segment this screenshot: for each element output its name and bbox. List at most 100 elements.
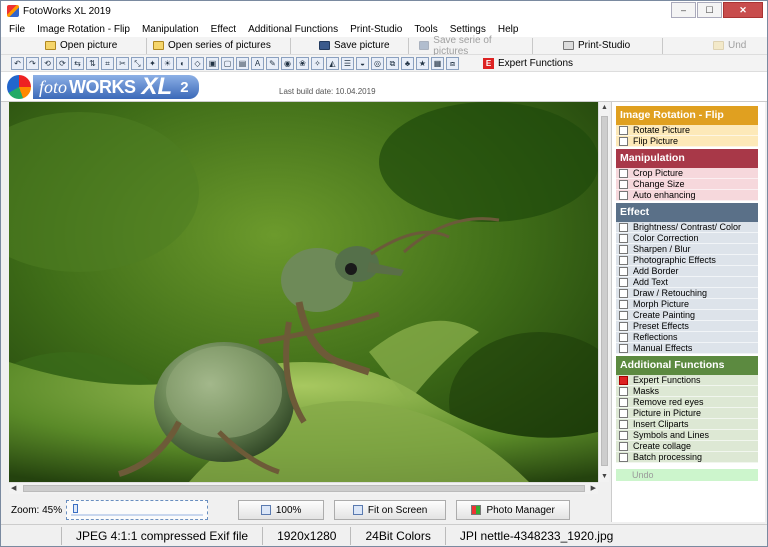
expert-functions-button[interactable]: E Expert Functions [483, 57, 573, 69]
panel-item-expert-functions[interactable]: Expert Functions [616, 375, 758, 386]
draw-retouching-icon [619, 288, 628, 298]
menu-additional-functions[interactable]: Additional Functions [248, 24, 338, 35]
zoom-100-button[interactable]: 100% [238, 500, 325, 520]
menu-print-studio[interactable]: Print-Studio [350, 24, 402, 35]
panel-item-brightness-contrast-color[interactable]: Brightness/ Contrast/ Color [616, 222, 758, 233]
symbols-icon[interactable]: ★ [416, 56, 429, 70]
rotate-cw-icon[interactable]: ⟳ [56, 56, 69, 70]
close-button[interactable]: ✕ [723, 2, 763, 18]
painting-icon[interactable]: ❀ [296, 56, 309, 70]
panel-section-header[interactable]: Image Rotation - Flip [616, 106, 758, 125]
panel-item-preset-effects[interactable]: Preset Effects [616, 321, 758, 332]
text-icon[interactable]: A [251, 56, 264, 70]
panel-item-photographic-effects[interactable]: Photographic Effects [616, 255, 758, 266]
reflection-icon[interactable]: ◭ [326, 56, 339, 70]
panel-item-remove-red-eyes[interactable]: Remove red eyes [616, 397, 758, 408]
panel-item-color-correction[interactable]: Color Correction [616, 233, 758, 244]
save-picture-button[interactable]: Save picture [291, 37, 409, 54]
color-icon[interactable]: ◐ [176, 56, 189, 70]
save-series-button[interactable]: Save serie of pictures [409, 35, 533, 57]
undo-button[interactable]: Undo [616, 469, 758, 481]
clipart-icon[interactable]: ♣ [401, 56, 414, 70]
picture-in-picture-icon[interactable]: ⧉ [386, 56, 399, 70]
scissors-icon[interactable]: ✂ [116, 56, 129, 70]
rotate-right-icon[interactable]: ↷ [26, 56, 39, 70]
image-canvas[interactable] [9, 102, 598, 482]
panel-item-create-collage[interactable]: Create collage [616, 441, 758, 452]
menu-file[interactable]: File [9, 24, 25, 35]
menu-help[interactable]: Help [498, 24, 519, 35]
rotate-ccw-icon[interactable]: ⟲ [41, 56, 54, 70]
vertical-scrollbar[interactable]: ▲ ▼ [598, 102, 609, 482]
border-icon[interactable]: ▢ [221, 56, 234, 70]
panel-item-morph-picture[interactable]: Morph Picture [616, 299, 758, 310]
panel-item-auto-enhancing[interactable]: Auto enhancing [616, 190, 758, 201]
scroll-right-icon[interactable]: ▶ [591, 483, 596, 494]
flip-vertical-icon[interactable]: ⇅ [86, 56, 99, 70]
panel-item-add-text[interactable]: Add Text [616, 277, 758, 288]
menu-effect[interactable]: Effect [211, 24, 236, 35]
flip-horizontal-icon[interactable]: ⇆ [71, 56, 84, 70]
menu-image-rotation[interactable]: Image Rotation - Flip [37, 24, 130, 35]
photo-effects-icon[interactable]: ▣ [206, 56, 219, 70]
fit-on-screen-button[interactable]: Fit on Screen [334, 500, 447, 520]
brightness-icon[interactable]: ☀ [161, 56, 174, 70]
scroll-left-icon[interactable]: ◀ [11, 483, 16, 494]
panel-item-batch-processing[interactable]: Batch processing [616, 452, 758, 463]
preset-icon[interactable]: ✧ [311, 56, 324, 70]
panel-item-insert-cliparts[interactable]: Insert Cliparts [616, 419, 758, 430]
collage-icon[interactable]: ▦ [431, 56, 444, 70]
brightness-contrast-color-icon [619, 222, 628, 232]
status-file-name: JPI nettle-4348233_1920.jpg [444, 526, 627, 545]
window-title: FotoWorks XL 2019 [23, 5, 111, 17]
panel-item-symbols-and-lines[interactable]: Symbols and Lines [616, 430, 758, 441]
panel-item-draw-retouching[interactable]: Draw / Retouching [616, 288, 758, 299]
scroll-up-icon[interactable]: ▲ [599, 102, 610, 113]
panel-item-sharpen-blur[interactable]: Sharpen / Blur [616, 244, 758, 255]
menu-manipulation[interactable]: Manipulation [142, 24, 199, 35]
morph-icon[interactable]: ◉ [281, 56, 294, 70]
rotate-left-icon[interactable]: ↶ [11, 56, 24, 70]
scroll-down-icon[interactable]: ▼ [599, 471, 610, 482]
manual-effects-icon[interactable]: ☰ [341, 56, 354, 70]
red-eye-icon[interactable]: ◎ [371, 56, 384, 70]
panel-item-change-size[interactable]: Change Size [616, 179, 758, 190]
panel-item-picture-in-picture[interactable]: Picture in Picture [616, 408, 758, 419]
horizontal-scrollbar[interactable]: ◀ ▶ [9, 482, 598, 494]
zoom-slider[interactable] [66, 500, 209, 520]
menu-tools[interactable]: Tools [414, 24, 437, 35]
menu-settings[interactable]: Settings [450, 24, 486, 35]
panel-item-reflections[interactable]: Reflections [616, 332, 758, 343]
open-picture-button[interactable]: Open picture [1, 37, 147, 54]
panel-item-masks[interactable]: Masks [616, 386, 758, 397]
panel-section-header[interactable]: Manipulation [616, 149, 758, 168]
panel-item-flip-picture[interactable]: Flip Picture [616, 136, 758, 147]
zoom-slider-knob[interactable] [73, 504, 79, 513]
photo-manager-button[interactable]: Photo Manager [456, 500, 571, 520]
panel-section-header[interactable]: Additional Functions [616, 356, 758, 375]
panel-item-manual-effects[interactable]: Manual Effects [616, 343, 758, 354]
draw-icon[interactable]: ✎ [266, 56, 279, 70]
panel-section-header[interactable]: Effect [616, 203, 758, 222]
panel-item-add-border[interactable]: Add Border [616, 266, 758, 277]
crop-icon[interactable]: ⌗ [101, 56, 114, 70]
crop-picture-icon [619, 168, 628, 178]
undo-toolbar-button[interactable]: Und [663, 38, 756, 54]
maximize-button[interactable]: ☐ [697, 2, 722, 18]
batch-icon[interactable]: ⧈ [446, 56, 459, 70]
sharpen-icon[interactable]: ◇ [191, 56, 204, 70]
minimize-button[interactable]: – [671, 2, 696, 18]
symbols-and-lines-icon [619, 430, 628, 440]
frame-icon[interactable]: ▤ [236, 56, 249, 70]
horizontal-scroll-thumb[interactable] [23, 485, 585, 492]
magic-wand-icon[interactable]: ✦ [146, 56, 159, 70]
panel-item-rotate-picture[interactable]: Rotate Picture [616, 125, 758, 136]
vertical-scroll-thumb[interactable] [601, 116, 608, 466]
mask-icon[interactable]: ◒ [356, 56, 369, 70]
panel-item-create-painting[interactable]: Create Painting [616, 310, 758, 321]
print-studio-button[interactable]: Print-Studio [533, 37, 663, 54]
logo-ball-icon [7, 75, 31, 99]
resize-icon[interactable]: ⤡ [131, 56, 144, 70]
open-series-button[interactable]: Open series of pictures [147, 37, 291, 54]
panel-item-crop-picture[interactable]: Crop Picture [616, 168, 758, 179]
